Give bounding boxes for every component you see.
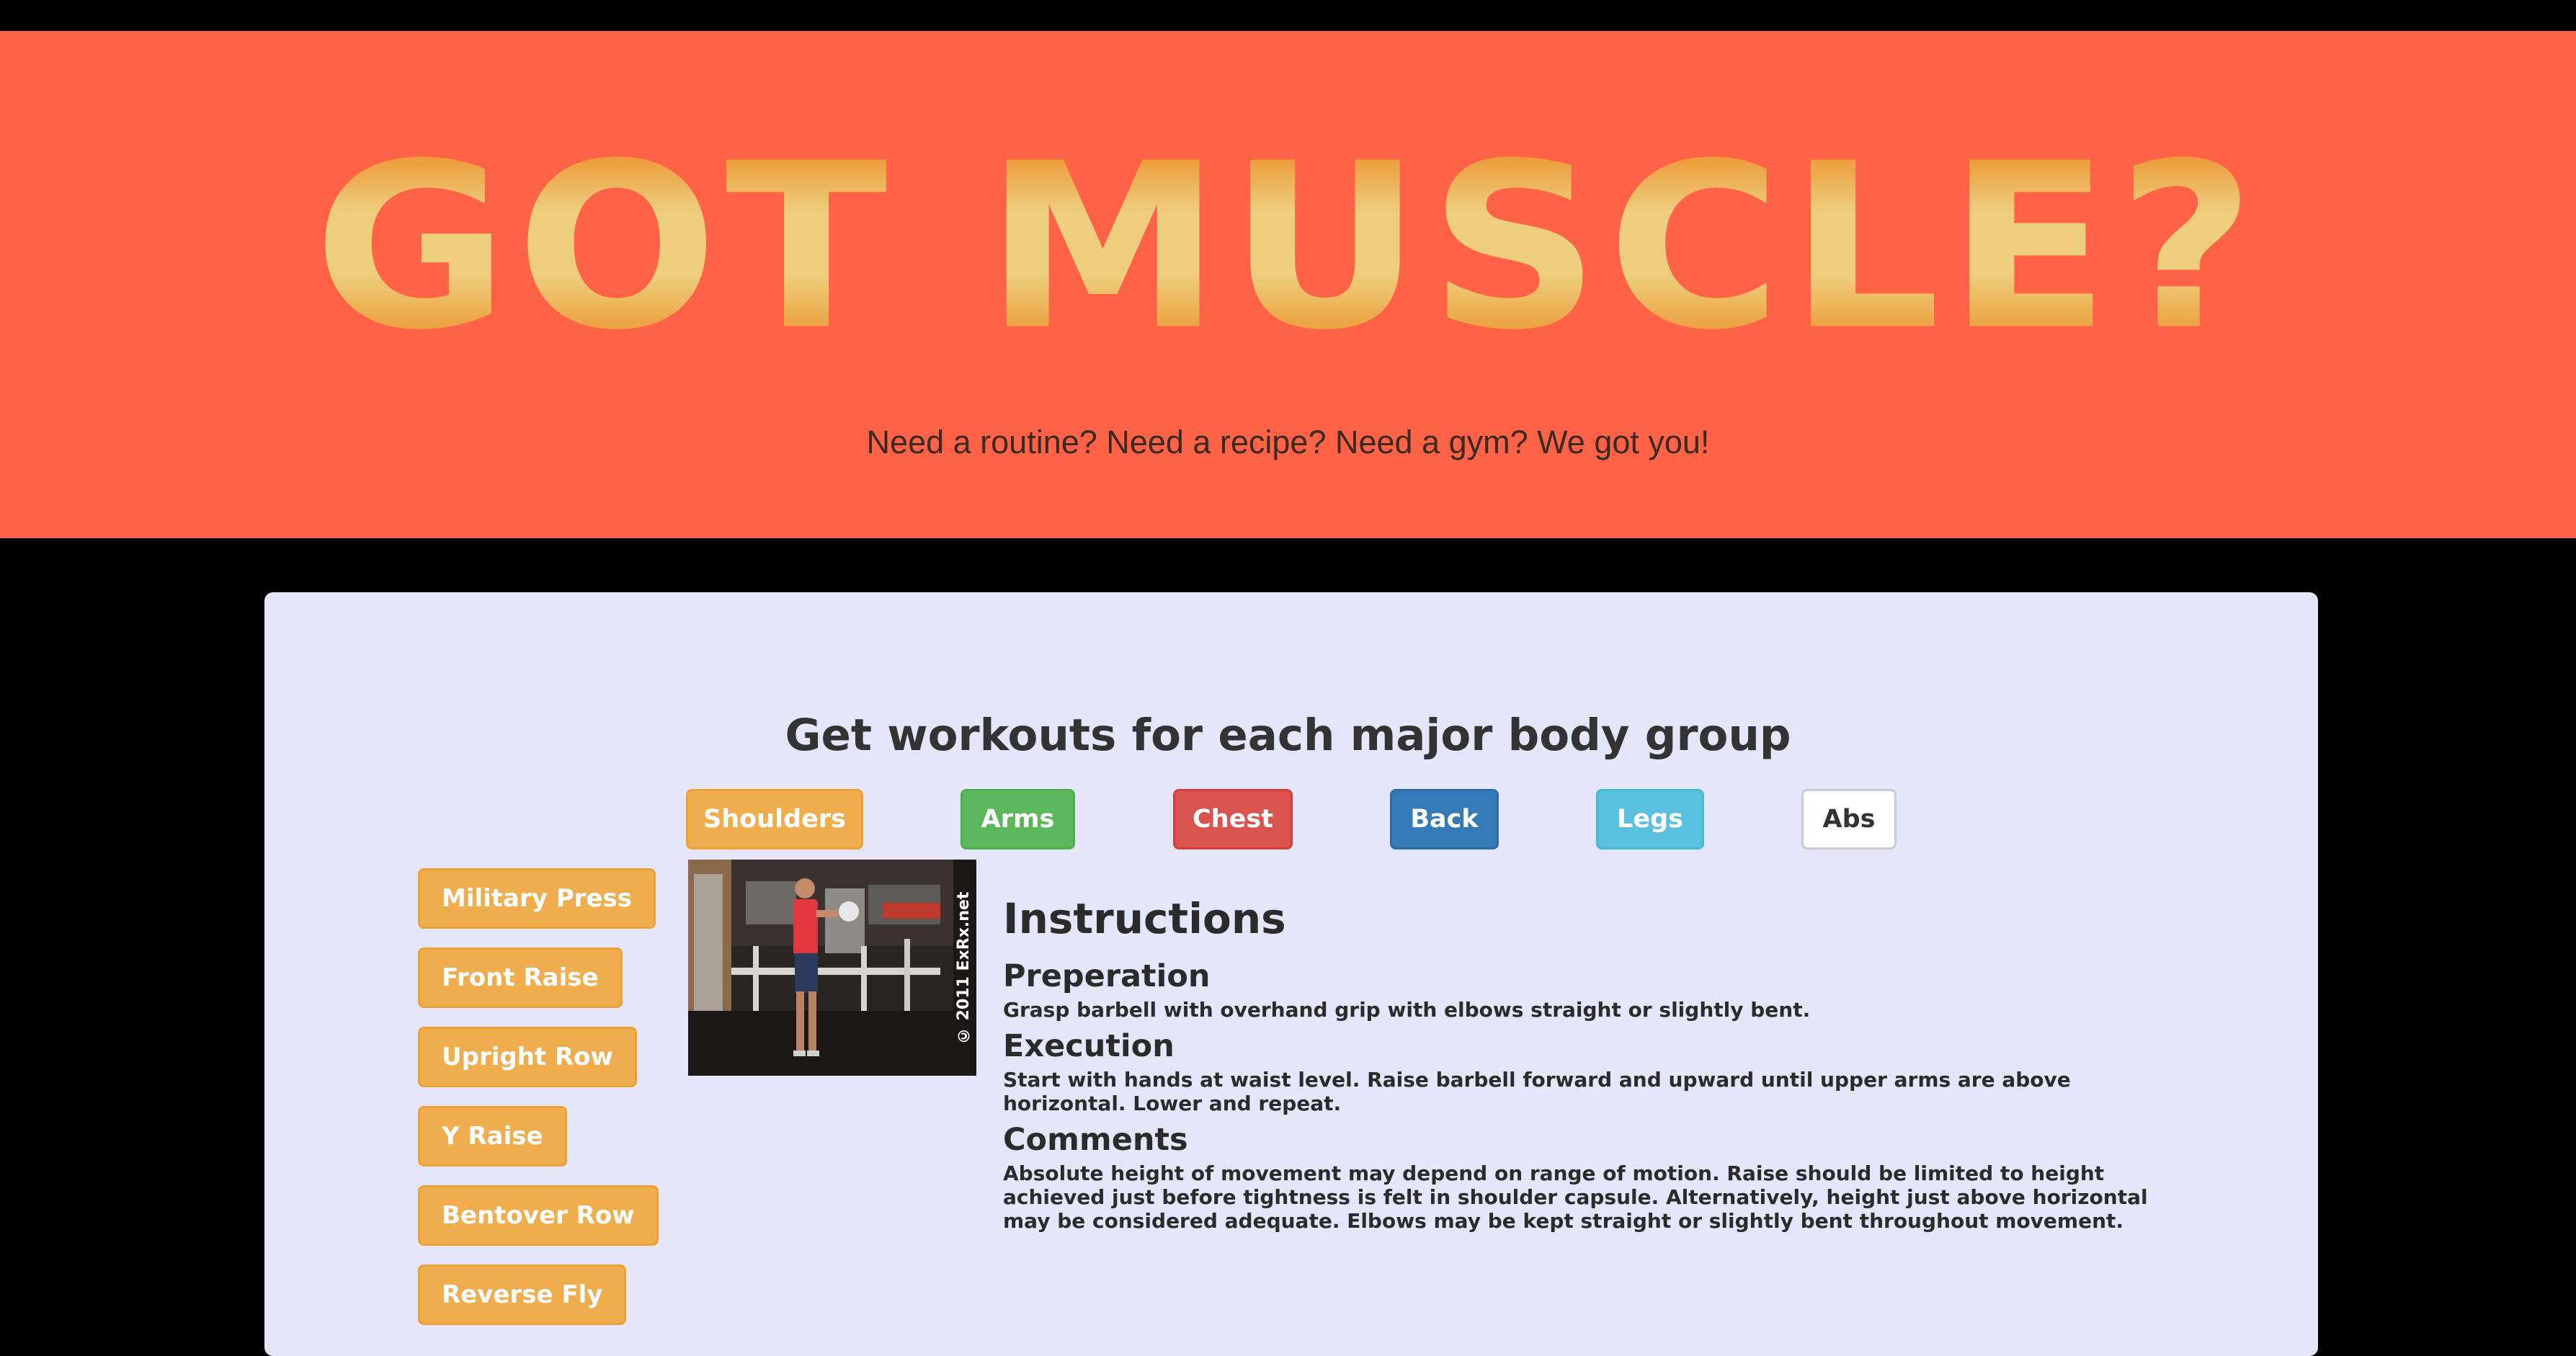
tab-shoulders[interactable]: Shoulders xyxy=(686,789,863,849)
tab-chest[interactable]: Chest xyxy=(1173,789,1293,849)
site-tagline: Need a routine? Need a recipe? Need a gy… xyxy=(866,424,1710,460)
tab-legs[interactable]: Legs xyxy=(1596,789,1704,849)
exercise-upright-row[interactable]: Upright Row xyxy=(418,1027,637,1087)
execution-text: Start with hands at waist level. Raise b… xyxy=(1003,1068,2071,1115)
instructions-title: Instructions xyxy=(1003,894,1286,943)
preparation-text: Grasp barbell with overhand grip with el… xyxy=(1003,998,1811,1022)
preparation-heading: Preperation xyxy=(1003,958,1211,994)
comments-text: Absolute height of movement may depend o… xyxy=(1003,1161,2148,1233)
photo-watermark: © 2011 ExRx.net xyxy=(955,891,973,1044)
hero-banner: GOT MUSCLE? Need a routine? Need a recip… xyxy=(0,31,2576,538)
tab-back[interactable]: Back xyxy=(1390,789,1499,849)
tab-abs[interactable]: Abs xyxy=(1801,789,1897,849)
comments-heading: Comments xyxy=(1003,1122,1188,1158)
exercise-photo: © 2011 ExRx.net xyxy=(688,860,976,1076)
section-heading: Get workouts for each major body group xyxy=(785,710,1791,761)
instructions-panel: Instructions Preperation Grasp barbell w… xyxy=(1003,883,2185,1236)
exercise-bentover-row[interactable]: Bentover Row xyxy=(418,1185,659,1246)
tab-arms[interactable]: Arms xyxy=(961,789,1075,849)
exercise-front-raise[interactable]: Front Raise xyxy=(418,947,623,1008)
site-title: GOT MUSCLE? xyxy=(0,130,2576,365)
exercise-y-raise[interactable]: Y Raise xyxy=(418,1106,567,1167)
exercise-reverse-fly[interactable]: Reverse Fly xyxy=(418,1264,627,1325)
exercise-military-press[interactable]: Military Press xyxy=(418,868,656,929)
execution-heading: Execution xyxy=(1003,1028,1175,1064)
